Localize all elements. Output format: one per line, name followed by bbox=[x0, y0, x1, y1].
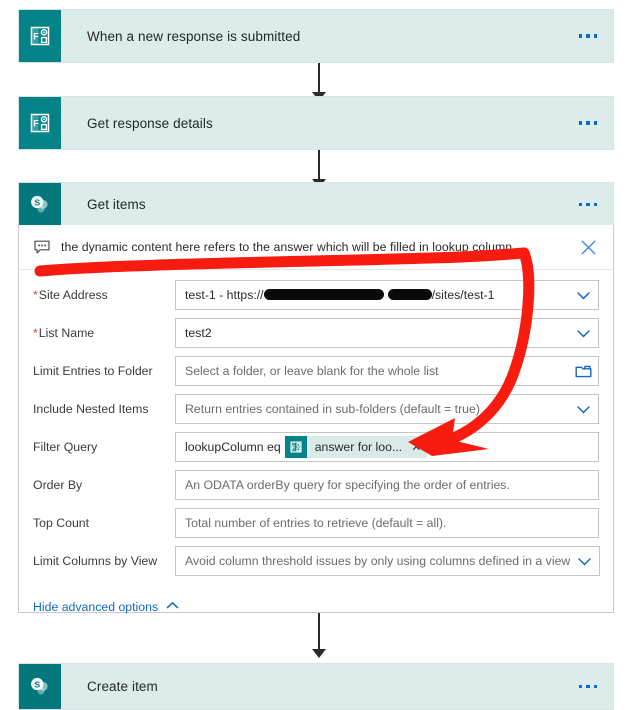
remove-token-icon[interactable]: ✕ bbox=[411, 441, 421, 453]
limit-entries-to-folder-placeholder: Select a folder, or leave blank for the … bbox=[185, 364, 439, 378]
hide-advanced-options-link[interactable]: Hide advanced options bbox=[33, 598, 180, 616]
chevron-down-icon[interactable] bbox=[569, 287, 592, 304]
list-name-value: test2 bbox=[185, 326, 212, 340]
flow-connector-3 bbox=[311, 613, 327, 661]
include-nested-items-input[interactable]: Return entries contained in sub-folders … bbox=[175, 394, 599, 424]
chevron-down-icon[interactable] bbox=[569, 401, 592, 418]
dynamic-content-token-label: answer for loo... bbox=[314, 440, 403, 454]
hide-advanced-options-label: Hide advanced options bbox=[33, 600, 159, 614]
chevron-down-icon[interactable] bbox=[570, 553, 593, 570]
field-label-list-name: *List Name bbox=[33, 326, 95, 340]
sharepoint-icon: S bbox=[19, 664, 61, 709]
svg-text:F: F bbox=[292, 445, 296, 451]
comment-bar: the dynamic content here refers to the a… bbox=[19, 225, 613, 270]
limit-entries-to-folder-input[interactable]: Select a folder, or leave blank for the … bbox=[175, 356, 599, 386]
comment-text: the dynamic content here refers to the a… bbox=[61, 240, 513, 254]
microsoft-forms-icon: F bbox=[19, 10, 61, 62]
site-address-input[interactable]: test-1 - https:// /sites/test-1 bbox=[175, 280, 599, 310]
required-asterisk: * bbox=[33, 288, 38, 302]
field-label-filter-query: Filter Query bbox=[33, 440, 98, 454]
chevron-down-icon[interactable] bbox=[569, 325, 592, 342]
site-address-value-prefix: test-1 - https:// bbox=[185, 288, 264, 302]
flow-step-more-menu-button[interactable] bbox=[578, 183, 614, 226]
folder-icon[interactable] bbox=[569, 364, 592, 379]
include-nested-items-placeholder: Return entries contained in sub-folders … bbox=[185, 402, 480, 416]
svg-text:S: S bbox=[34, 679, 40, 689]
sharepoint-icon: S bbox=[19, 183, 61, 226]
flow-step-more-menu-button[interactable] bbox=[578, 10, 614, 62]
order-by-placeholder: An ODATA orderBy query for specifying th… bbox=[185, 478, 510, 492]
form-row-limit-entries-to-folder: Limit Entries to Folder Select a folder,… bbox=[33, 356, 599, 386]
flow-step-card-trigger[interactable]: F When a new response is submitted bbox=[18, 9, 614, 63]
field-label-limit-columns-by-view: Limit Columns by View bbox=[33, 554, 158, 568]
flow-step-more-menu-button[interactable] bbox=[578, 97, 614, 149]
get-items-action-panel: the dynamic content here refers to the a… bbox=[18, 225, 614, 616]
dynamic-content-token[interactable]: F answer for loo... ✕ bbox=[284, 436, 428, 458]
list-name-input[interactable]: test2 bbox=[175, 318, 599, 348]
flow-step-card-get-response-details[interactable]: F Get response details bbox=[18, 96, 614, 150]
comment-bubble-icon bbox=[33, 238, 51, 256]
svg-text:F: F bbox=[33, 32, 39, 42]
field-label-limit-entries-to-folder: Limit Entries to Folder bbox=[33, 364, 153, 378]
form-row-filter-query: Filter Query lookupColumn eq F answer fo… bbox=[33, 432, 599, 462]
required-asterisk: * bbox=[33, 326, 38, 340]
filter-query-text: lookupColumn eq bbox=[185, 440, 281, 454]
chevron-up-icon bbox=[165, 598, 180, 616]
form-row-order-by: Order By An ODATA orderBy query for spec… bbox=[33, 470, 599, 500]
filter-query-input[interactable]: lookupColumn eq F answer for loo... ✕ bbox=[175, 432, 599, 462]
svg-text:S: S bbox=[34, 197, 40, 207]
form-row-list-name: *List Name test2 bbox=[33, 318, 599, 348]
microsoft-forms-icon: F bbox=[19, 97, 61, 149]
flow-step-title: When a new response is submitted bbox=[87, 28, 301, 44]
order-by-input[interactable]: An ODATA orderBy query for specifying th… bbox=[175, 470, 599, 500]
form-row-site-address: *Site Address test-1 - https:// /sites/te… bbox=[33, 280, 599, 310]
close-icon[interactable] bbox=[577, 236, 599, 258]
field-label-top-count: Top Count bbox=[33, 516, 90, 530]
flow-step-title: Create item bbox=[87, 679, 158, 694]
field-label-order-by: Order By bbox=[33, 478, 83, 492]
field-label-site-address: *Site Address bbox=[33, 288, 108, 302]
redacted-block bbox=[387, 289, 432, 301]
flow-step-title: Get response details bbox=[87, 115, 213, 131]
form-row-top-count: Top Count Total number of entries to ret… bbox=[33, 508, 599, 538]
form-fields: *Site Address test-1 - https:// /sites/te… bbox=[19, 270, 613, 576]
flow-step-card-create-item[interactable]: S Create item bbox=[18, 663, 614, 710]
form-row-include-nested-items: Include Nested Items Return entries cont… bbox=[33, 394, 599, 424]
flow-step-title: Get items bbox=[87, 197, 146, 212]
limit-columns-by-view-input[interactable]: Avoid column threshold issues by only us… bbox=[175, 546, 601, 576]
top-count-input[interactable]: Total number of entries to retrieve (def… bbox=[175, 508, 599, 538]
form-row-limit-columns-by-view: Limit Columns by View Avoid column thres… bbox=[33, 546, 601, 576]
limit-columns-by-view-placeholder: Avoid column threshold issues by only us… bbox=[185, 554, 571, 568]
top-count-placeholder: Total number of entries to retrieve (def… bbox=[185, 516, 447, 530]
svg-text:F: F bbox=[33, 119, 39, 129]
flow-step-more-menu-button[interactable] bbox=[578, 664, 614, 709]
site-address-value-suffix: /sites/test-1 bbox=[431, 288, 495, 302]
microsoft-forms-icon: F bbox=[284, 436, 307, 458]
field-label-include-nested-items: Include Nested Items bbox=[33, 402, 149, 416]
redacted-block bbox=[263, 289, 384, 301]
flow-step-card-get-items[interactable]: S Get items bbox=[18, 182, 614, 226]
